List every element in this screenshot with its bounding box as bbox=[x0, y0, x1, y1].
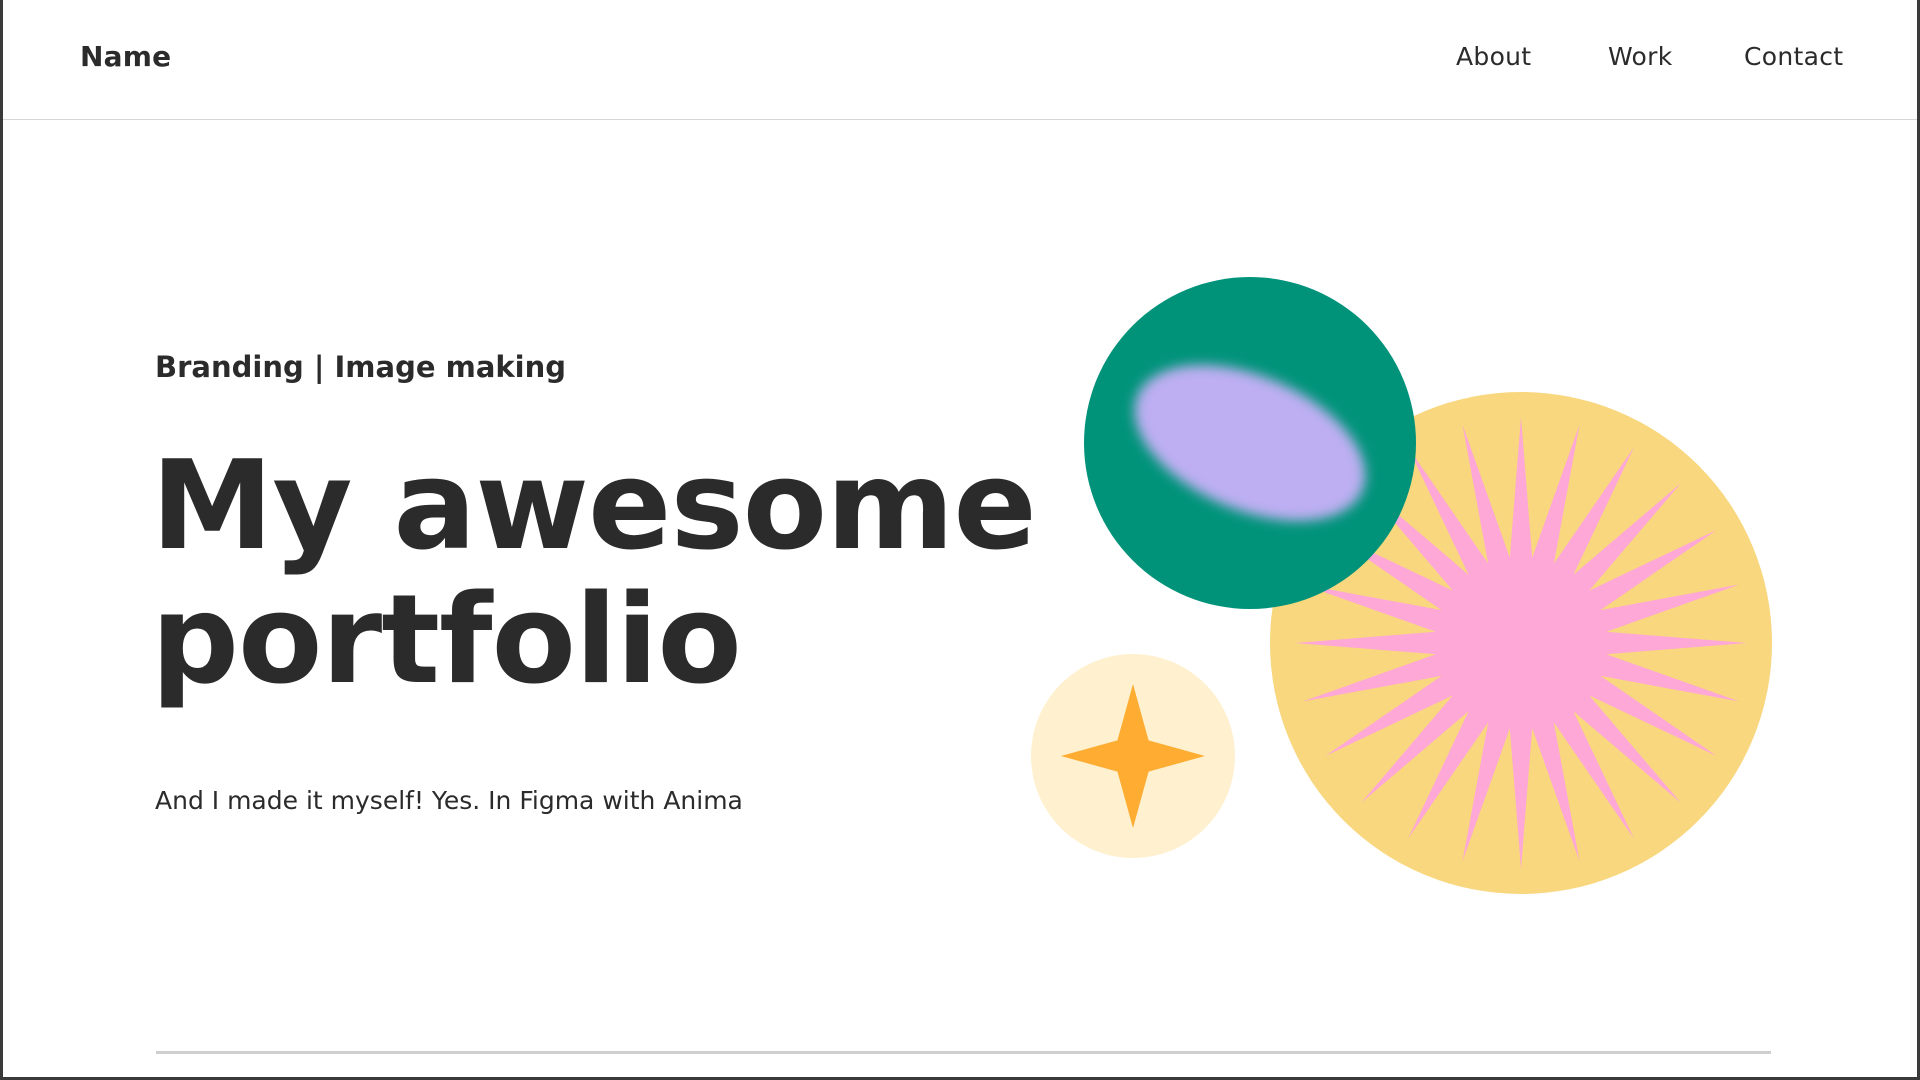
hero-headline-line-2: portfolio bbox=[151, 569, 742, 712]
lavender-blob bbox=[1134, 365, 1366, 521]
nav-contact-link[interactable]: Contact bbox=[1744, 42, 1843, 71]
hero-headline: My awesome portfolio bbox=[151, 440, 1037, 708]
yellow-circle bbox=[1270, 392, 1772, 894]
brand-name-link[interactable]: Name bbox=[80, 40, 171, 73]
site-header: Name About Work Contact bbox=[3, 0, 1917, 120]
page-frame: Name About Work Contact Branding | Image… bbox=[0, 0, 1920, 1080]
footer-divider bbox=[156, 1051, 1771, 1054]
orange-four-point-star-icon bbox=[1061, 684, 1205, 828]
nav-work-link[interactable]: Work bbox=[1608, 42, 1673, 71]
hero-headline-line-1: My awesome bbox=[151, 435, 1037, 578]
pink-burst-star-icon bbox=[1295, 417, 1747, 869]
green-circle bbox=[1084, 277, 1416, 609]
hero-subtext: And I made it myself! Yes. In Figma with… bbox=[155, 786, 743, 815]
hero-tagline: Branding | Image making bbox=[155, 350, 567, 384]
nav-about-link[interactable]: About bbox=[1456, 42, 1531, 71]
cream-circle bbox=[1031, 654, 1235, 858]
